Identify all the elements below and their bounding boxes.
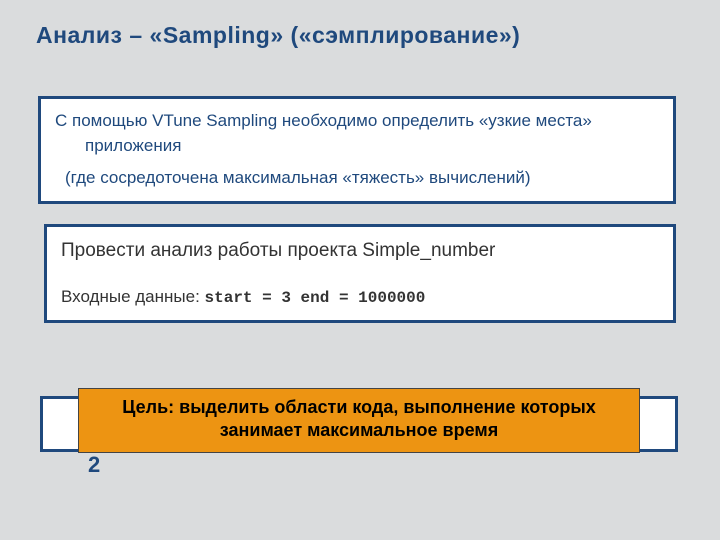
box2-line2: Входные данные: start = 3 end = 1000000 <box>61 285 659 310</box>
box2-line1: Провести анализ работы проекта Simple_nu… <box>61 237 659 265</box>
slide-title: Анализ – «Sampling» («сэмплирование») <box>36 22 700 49</box>
box2-input-label: Входные данные: <box>61 287 205 306</box>
box1-line2: (где сосредоточена максимальная «тяжесть… <box>55 166 659 191</box>
goal-box: Цель: выделить области кода, выполнение … <box>78 388 640 453</box>
description-box-1: С помощью VTune Sampling необходимо опре… <box>38 96 676 204</box>
description-box-2: Провести анализ работы проекта Simple_nu… <box>44 224 676 323</box>
box2-input-code: start = 3 end = 1000000 <box>205 289 426 307</box>
box1-line1: С помощью VTune Sampling необходимо опре… <box>55 109 659 158</box>
page-number: 2 <box>88 452 100 478</box>
